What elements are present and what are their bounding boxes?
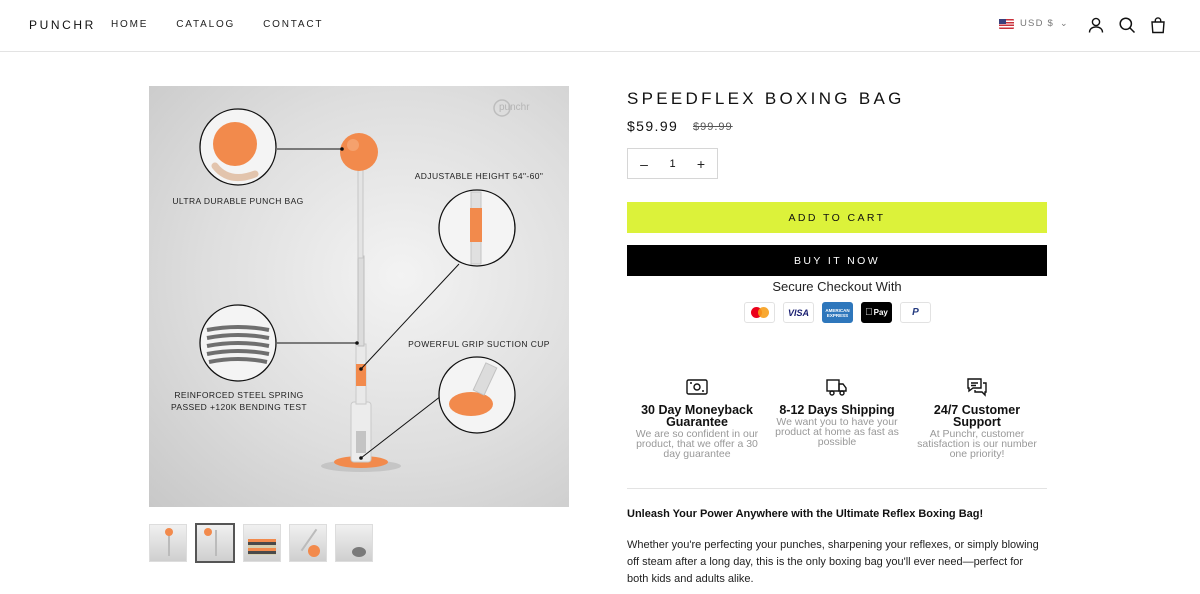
- site-header: PUNCHR HOME CATALOG CONTACT USD $ ⌄: [0, 0, 1200, 52]
- product-title: SPEEDFLEX BOXING BAG: [627, 89, 905, 108]
- feature-shipping-title: 8-12 Days Shipping: [779, 403, 895, 417]
- increase-quantity-button[interactable]: +: [695, 156, 707, 172]
- nav-home-link[interactable]: HOME: [111, 19, 148, 30]
- callout-suction-cup: POWERFUL GRIP SUCTION CUP: [408, 339, 550, 349]
- truck-icon: [825, 375, 849, 399]
- compare-at-price: $99.99: [693, 121, 733, 133]
- description-headline: Unleash Your Power Anywhere with the Ult…: [627, 508, 984, 520]
- currency-selector[interactable]: USD $ ⌄: [999, 18, 1069, 29]
- product-illustration: [199, 99, 516, 472]
- product-main-image[interactable]: punchr ULTRA DURABLE PUNCH BAG ADJUSTABL…: [149, 86, 569, 507]
- description-body: Whether you're perfecting your punches, …: [627, 539, 1039, 585]
- mastercard-icon: [744, 302, 775, 323]
- chat-icon: [965, 375, 989, 399]
- decrease-quantity-button[interactable]: –: [638, 156, 650, 172]
- thumbnail-1[interactable]: [149, 524, 187, 562]
- thumbnail-strip: [149, 523, 373, 563]
- cart-icon[interactable]: [1149, 16, 1167, 34]
- amex-icon: AMERICAN EXPRESS: [822, 302, 853, 323]
- apple-pay-icon: Pay: [861, 302, 892, 323]
- feature-moneyback-title: 30 Day Moneyback Guarantee: [641, 403, 753, 429]
- payment-methods: VISA AMERICAN EXPRESS Pay P: [744, 302, 931, 323]
- callout-adjustable-height: ADJUSTABLE HEIGHT 54"-60": [414, 171, 544, 181]
- feature-support-text: At Punchr, customer satisfaction is our …: [917, 428, 1037, 460]
- us-flag-icon: [999, 18, 1014, 29]
- feature-list: 30 Day Moneyback Guarantee We are so con…: [627, 375, 1047, 459]
- feature-shipping: 8-12 Days Shipping We want you to have y…: [767, 375, 907, 459]
- account-icon[interactable]: [1087, 16, 1105, 34]
- feature-moneyback-text: We are so confident in our product, that…: [635, 428, 759, 460]
- paypal-icon: P: [900, 302, 931, 323]
- thumbnail-2[interactable]: [195, 523, 235, 563]
- watermark-logo: punchr: [499, 102, 530, 113]
- search-icon[interactable]: [1118, 16, 1136, 34]
- visa-icon: VISA: [783, 302, 814, 323]
- thumbnail-4[interactable]: [289, 524, 327, 562]
- quantity-value[interactable]: 1: [669, 158, 675, 170]
- money-icon: [685, 375, 709, 399]
- feature-shipping-text: We want you to have your product at home…: [775, 416, 899, 448]
- feature-support: 24/7 Customer Support At Punchr, custome…: [907, 375, 1047, 459]
- feature-support-title: 24/7 Customer Support: [933, 403, 1021, 429]
- buy-now-button[interactable]: BUY IT NOW: [627, 245, 1047, 276]
- currency-label: USD $: [1020, 18, 1054, 29]
- quantity-stepper: – 1 +: [627, 148, 718, 179]
- apple-pay-label: Pay: [869, 308, 888, 317]
- callout-punch-bag: ULTRA DURABLE PUNCH BAG: [172, 196, 304, 206]
- nav-contact-link[interactable]: CONTACT: [263, 19, 323, 30]
- nav-catalog-link[interactable]: CATALOG: [176, 19, 235, 30]
- thumbnail-3[interactable]: [243, 524, 281, 562]
- feature-moneyback: 30 Day Moneyback Guarantee We are so con…: [627, 375, 767, 459]
- secure-checkout-label: Secure Checkout With: [772, 279, 902, 294]
- callout-steel-spring: REINFORCED STEEL SPRING PASSED +120K BEN…: [159, 389, 319, 413]
- product-price: $59.99: [627, 118, 679, 134]
- callout-steel-spring-line1: REINFORCED STEEL SPRING: [174, 390, 304, 400]
- store-logo[interactable]: PUNCHR: [29, 18, 96, 32]
- chevron-down-icon: ⌄: [1059, 18, 1069, 28]
- thumbnail-5[interactable]: [335, 524, 373, 562]
- callout-steel-spring-line2: PASSED +120K BENDING TEST: [170, 402, 308, 412]
- main-nav: HOME CATALOG CONTACT: [111, 19, 351, 30]
- add-to-cart-button[interactable]: ADD TO CART: [627, 202, 1047, 233]
- section-divider: [627, 488, 1047, 489]
